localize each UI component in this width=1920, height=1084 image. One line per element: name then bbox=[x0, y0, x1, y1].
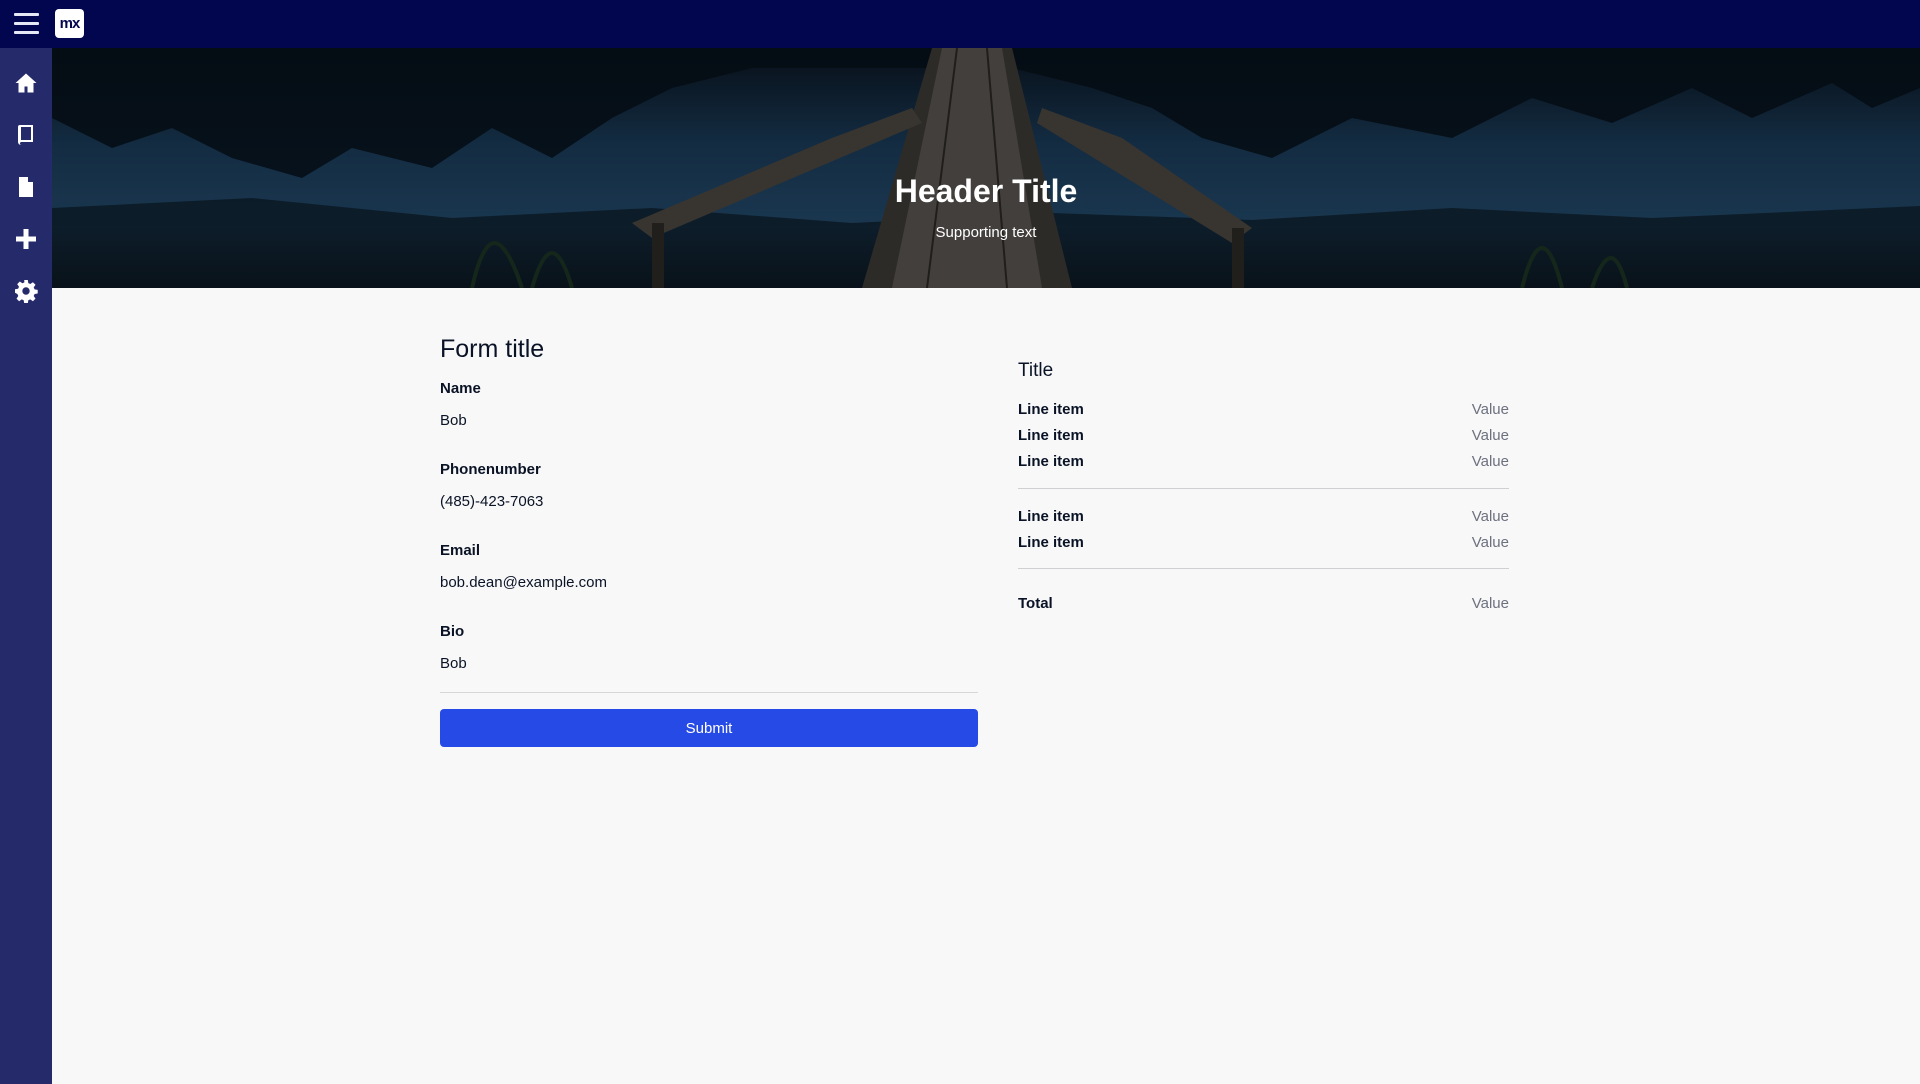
email-label: Email bbox=[440, 542, 481, 559]
line-item-label: Line item bbox=[1018, 426, 1084, 444]
line-item-value: Value bbox=[1471, 400, 1509, 418]
line-item-label: Line item bbox=[1018, 452, 1084, 470]
phone-field: Phonenumber (485)-423-7063 bbox=[440, 461, 978, 513]
email-field: Email bob.dean@example.com bbox=[440, 542, 978, 594]
hamburger-menu-icon[interactable] bbox=[14, 13, 39, 35]
name-value[interactable]: Bob bbox=[440, 412, 978, 432]
line-item-row: Line item Value bbox=[1018, 529, 1509, 555]
line-item-label: Line item bbox=[1018, 507, 1084, 525]
phone-value[interactable]: (485)-423-7063 bbox=[440, 493, 978, 513]
summary-divider bbox=[1018, 488, 1509, 489]
total-label: Total bbox=[1018, 594, 1053, 612]
name-field: Name Bob bbox=[440, 380, 978, 432]
hero-subtitle: Supporting text bbox=[935, 224, 1037, 241]
total-value: Value bbox=[1471, 594, 1509, 612]
sidebar-item-book[interactable] bbox=[0, 109, 52, 161]
top-bar: mx bbox=[0, 0, 1920, 48]
plus-icon bbox=[16, 229, 36, 249]
summary-divider bbox=[1018, 568, 1509, 569]
sidebar-item-home[interactable] bbox=[0, 57, 52, 109]
hero-background-image bbox=[52, 48, 1920, 288]
total-row: Total Value bbox=[1018, 590, 1509, 616]
sidebar-item-add[interactable] bbox=[0, 213, 52, 265]
document-icon bbox=[19, 177, 33, 197]
form-divider bbox=[440, 692, 978, 693]
app-logo[interactable]: mx bbox=[55, 9, 84, 38]
hero-title: Header Title bbox=[894, 173, 1078, 209]
phone-label: Phonenumber bbox=[440, 461, 541, 478]
line-item-row: Line item Value bbox=[1018, 396, 1509, 422]
gear-icon bbox=[15, 280, 38, 303]
line-item-value: Value bbox=[1471, 426, 1509, 444]
bio-value[interactable]: Bob bbox=[440, 655, 978, 675]
sidebar-item-settings[interactable] bbox=[0, 265, 52, 317]
line-item-row: Line item Value bbox=[1018, 503, 1509, 529]
book-icon bbox=[18, 125, 33, 145]
submit-button[interactable]: Submit bbox=[440, 709, 978, 747]
line-item-value: Value bbox=[1471, 533, 1509, 551]
line-item-value: Value bbox=[1471, 452, 1509, 470]
line-item-row: Line item Value bbox=[1018, 422, 1509, 448]
line-item-label: Line item bbox=[1018, 400, 1084, 418]
summary-title: Title bbox=[1018, 360, 1054, 381]
hero-banner: Header Title Supporting text bbox=[52, 48, 1920, 288]
bio-field: Bio Bob bbox=[440, 623, 978, 675]
form-title: Form title bbox=[440, 335, 545, 363]
form-section: Form title Name Bob Phonenumber (485)-42… bbox=[440, 335, 978, 747]
home-icon bbox=[15, 73, 37, 93]
email-value[interactable]: bob.dean@example.com bbox=[440, 574, 978, 594]
name-label: Name bbox=[440, 380, 481, 397]
line-item-value: Value bbox=[1471, 507, 1509, 525]
line-item-row: Line item Value bbox=[1018, 448, 1509, 474]
sidebar-item-document[interactable] bbox=[0, 161, 52, 213]
bio-label: Bio bbox=[440, 623, 465, 640]
line-item-label: Line item bbox=[1018, 533, 1084, 551]
summary-card: Title Line item Value Line item Value Li… bbox=[1018, 360, 1509, 616]
sidebar bbox=[0, 48, 52, 1084]
